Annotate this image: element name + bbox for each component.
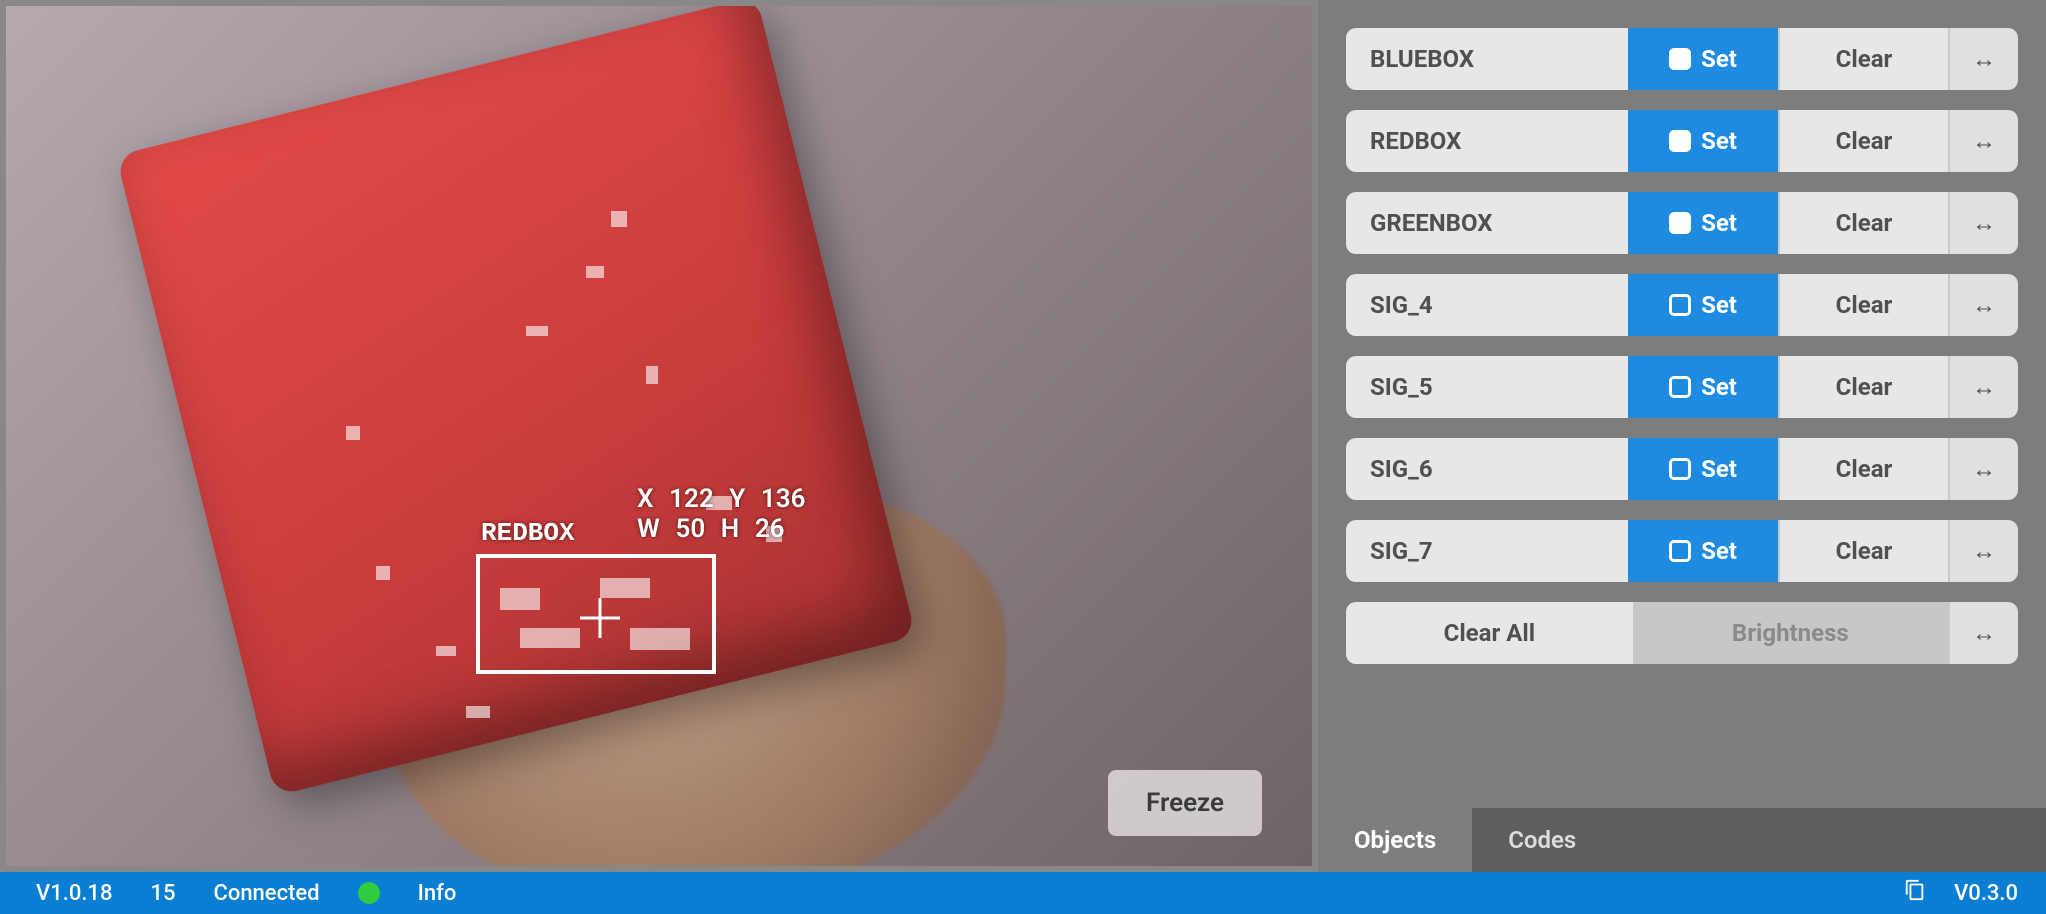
tab-objects[interactable]: Objects (1318, 808, 1472, 872)
set-button[interactable]: Set (1628, 438, 1778, 500)
status-counter: 15 (150, 881, 175, 906)
info-button[interactable]: Info (418, 881, 457, 906)
arrow-horizontal-icon[interactable]: ↔ (1948, 28, 2018, 90)
set-label: Set (1701, 127, 1737, 155)
set-label: Set (1701, 537, 1737, 565)
app-root: X 122 Y 136 W 50 H 26 REDBOX Freeze (0, 0, 2046, 914)
clear-button[interactable]: Clear (1778, 520, 1948, 582)
overlay-w-value: 50 (675, 514, 705, 544)
clear-button[interactable]: Clear (1778, 274, 1948, 336)
signature-row-sig7: SIG_7 Set Clear ↔ (1346, 520, 2018, 582)
side-panel: BLUEBOX Set Clear ↔ REDBOX Set Clear (1318, 0, 2046, 872)
detection-speck (611, 211, 627, 227)
signature-row-bluebox: BLUEBOX Set Clear ↔ (1346, 28, 2018, 90)
detection-bounding-box (476, 554, 716, 674)
set-button[interactable]: Set (1628, 356, 1778, 418)
clear-button[interactable]: Clear (1778, 356, 1948, 418)
signature-name[interactable]: SIG_4 (1346, 274, 1628, 336)
detection-speck (526, 326, 548, 336)
checkbox-icon (1669, 294, 1691, 316)
checkbox-icon (1669, 540, 1691, 562)
checkbox-icon (1669, 458, 1691, 480)
detection-speck (646, 366, 658, 384)
set-label: Set (1701, 455, 1737, 483)
signature-name[interactable]: SIG_5 (1346, 356, 1628, 418)
signature-name[interactable]: SIG_7 (1346, 520, 1628, 582)
tabs-filler (1612, 808, 2046, 872)
panel-tabs: Objects Codes (1318, 808, 2046, 872)
detection-speck (520, 628, 580, 648)
set-label: Set (1701, 373, 1737, 401)
checkbox-icon (1669, 376, 1691, 398)
status-bar: V1.0.18 15 Connected Info V0.3.0 (0, 872, 2046, 914)
clear-button[interactable]: Clear (1778, 192, 1948, 254)
signature-row-greenbox: GREENBOX Set Clear ↔ (1346, 192, 2018, 254)
overlay-h-value: 26 (755, 514, 785, 544)
app-version: V0.3.0 (1954, 881, 2018, 906)
status-left: V1.0.18 15 Connected Info (36, 881, 456, 906)
connection-status: Connected (213, 881, 319, 906)
camera-scene: X 122 Y 136 W 50 H 26 REDBOX (6, 6, 1312, 866)
extra-controls-row: Clear All Brightness ↔ (1346, 602, 2018, 664)
brightness-button[interactable]: Brightness (1633, 602, 1948, 664)
arrow-horizontal-icon[interactable]: ↔ (1948, 192, 2018, 254)
set-label: Set (1701, 45, 1737, 73)
detection-speck (600, 578, 650, 598)
detection-speck (630, 628, 690, 650)
arrow-horizontal-icon[interactable]: ↔ (1948, 274, 2018, 336)
signature-name[interactable]: BLUEBOX (1346, 28, 1628, 90)
clear-all-button[interactable]: Clear All (1346, 602, 1633, 664)
set-button[interactable]: Set (1628, 274, 1778, 336)
set-button[interactable]: Set (1628, 192, 1778, 254)
overlay-w-label: W (637, 514, 660, 544)
arrow-horizontal-icon[interactable]: ↔ (1948, 110, 2018, 172)
freeze-button[interactable]: Freeze (1108, 770, 1262, 836)
detection-speck (376, 566, 390, 580)
set-button[interactable]: Set (1628, 520, 1778, 582)
set-button[interactable]: Set (1628, 28, 1778, 90)
tab-codes[interactable]: Codes (1472, 808, 1612, 872)
detection-speck (346, 426, 360, 440)
signature-list: BLUEBOX Set Clear ↔ REDBOX Set Clear (1318, 0, 2046, 808)
signature-name[interactable]: SIG_6 (1346, 438, 1628, 500)
checkbox-icon (1669, 212, 1691, 234)
signature-row-sig4: SIG_4 Set Clear ↔ (1346, 274, 2018, 336)
detection-speck (586, 266, 604, 278)
set-label: Set (1701, 209, 1737, 237)
overlay-detected-name: REDBOX (481, 518, 575, 548)
checkbox-icon (1669, 48, 1691, 70)
copy-icon[interactable] (1904, 879, 1926, 907)
main-area: X 122 Y 136 W 50 H 26 REDBOX Freeze (0, 0, 2046, 872)
detection-speck (436, 646, 456, 656)
arrow-horizontal-icon[interactable]: ↔ (1948, 520, 2018, 582)
signature-row-sig5: SIG_5 Set Clear ↔ (1346, 356, 2018, 418)
status-right: V0.3.0 (1904, 879, 2018, 907)
crosshair-icon (580, 598, 620, 638)
signature-row-sig6: SIG_6 Set Clear ↔ (1346, 438, 2018, 500)
camera-view: X 122 Y 136 W 50 H 26 REDBOX Freeze (0, 0, 1318, 872)
signature-name[interactable]: GREENBOX (1346, 192, 1628, 254)
signature-name[interactable]: REDBOX (1346, 110, 1628, 172)
arrow-horizontal-icon[interactable]: ↔ (1948, 602, 2018, 664)
arrow-horizontal-icon[interactable]: ↔ (1948, 438, 2018, 500)
detection-speck (466, 706, 490, 718)
firmware-version: V1.0.18 (36, 881, 112, 906)
clear-button[interactable]: Clear (1778, 110, 1948, 172)
overlay-h-label: H (721, 514, 739, 544)
checkbox-icon (1669, 130, 1691, 152)
set-label: Set (1701, 291, 1737, 319)
clear-button[interactable]: Clear (1778, 438, 1948, 500)
clear-button[interactable]: Clear (1778, 28, 1948, 90)
detection-speck (500, 588, 540, 610)
signature-row-redbox: REDBOX Set Clear ↔ (1346, 110, 2018, 172)
set-button[interactable]: Set (1628, 110, 1778, 172)
arrow-horizontal-icon[interactable]: ↔ (1948, 356, 2018, 418)
status-dot-icon (358, 882, 380, 904)
